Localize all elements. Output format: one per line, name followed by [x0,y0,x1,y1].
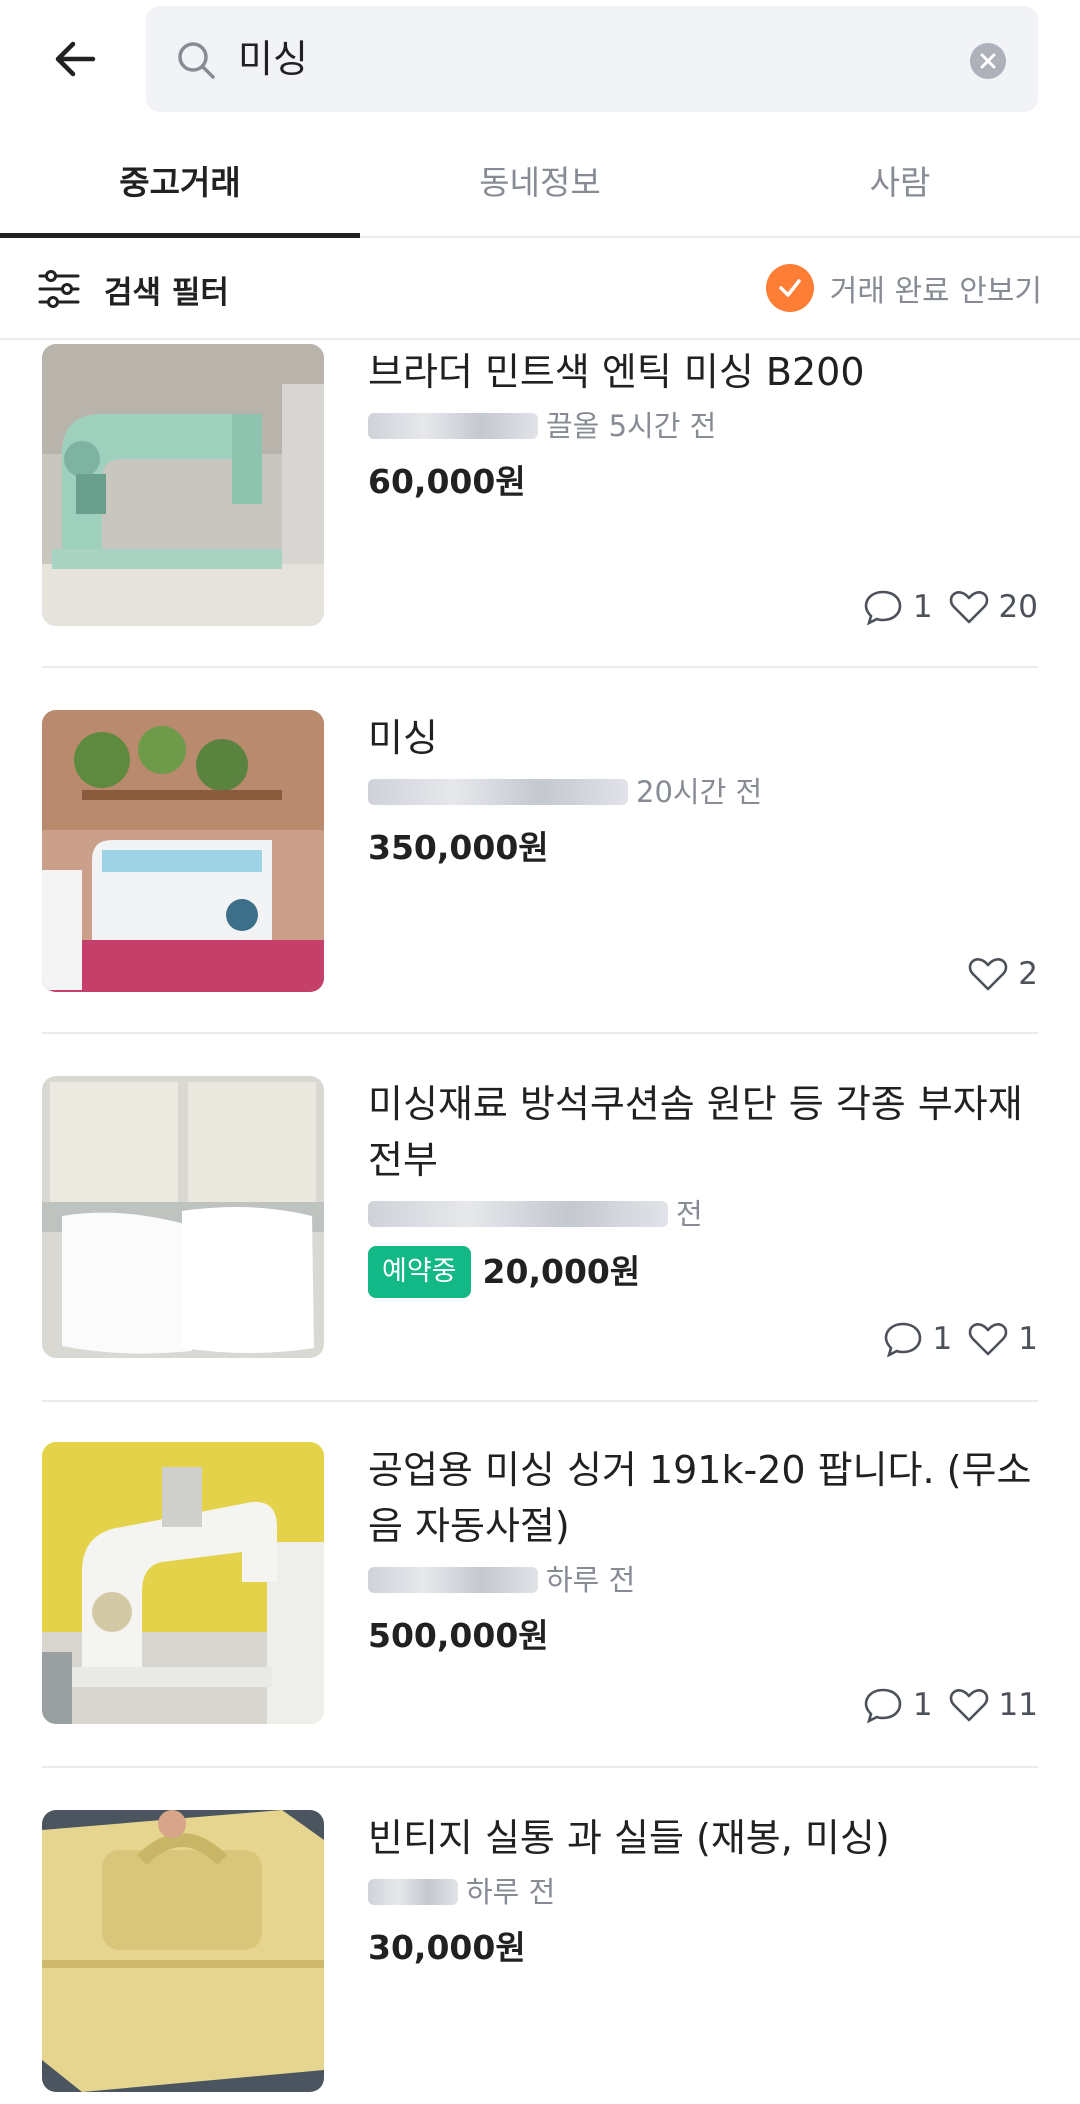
chat-count-value: 1 [932,1321,953,1357]
item-title: 공업용 미싱 싱거 191k-20 팝니다. (무소음 자동사절) [368,1448,1032,1548]
divider [42,1032,1038,1034]
item-price: 500,000원 [368,1616,549,1655]
item-meta: 하루 전 [368,1870,1038,1914]
item-time: 하루 전 [466,1875,556,1909]
item-stats: 2 [952,956,1038,992]
chat-count: 1 [863,1686,933,1724]
item-title: 미싱재료 방석쿠션솜 원단 등 각종 부자재 전부 [368,1082,1023,1182]
item-meta: 20시간 전 [368,770,1038,814]
search-icon [178,42,215,79]
like-count: 11 [949,1687,1038,1723]
chat-count-value: 1 [912,589,933,625]
divider [42,1400,1038,1402]
blurred-location [368,1567,538,1593]
item-time: 하루 전 [546,1563,636,1597]
item-meta: 하루 전 [368,1558,1038,1602]
search-bar[interactable]: 미싱 [146,6,1038,112]
list-item[interactable]: 브라더 민트색 엔틱 미싱 B200 끌올 5시간 전 60,000원 1 20 [42,344,1038,626]
chat-count: 1 [863,588,933,626]
like-count-value: 11 [998,1687,1038,1723]
hide-completed-toggle[interactable]: 거래 완료 안보기 [765,262,1042,314]
list-item[interactable]: 빈티지 실통 과 실들 (재봉, 미싱) 하루 전 30,000원 [42,1810,1038,2092]
heart-icon [949,591,988,624]
chat-icon [864,1688,902,1724]
tab-bar: 중고거래 동네정보 사람 [0,140,1080,238]
chat-icon [884,1322,921,1358]
blurred-location [368,413,538,439]
item-title: 빈티지 실통 과 실들 (재봉, 미싱) [368,1816,890,1860]
divider [42,1766,1038,1768]
item-info: 미싱재료 방석쿠션솜 원단 등 각종 부자재 전부 전 예약중 20,000원 … [368,1076,1038,1358]
chat-count-value: 1 [912,1687,933,1723]
search-filter-button[interactable]: 검색 필터 [38,264,229,314]
product-image [42,1076,324,1358]
top-bar: 미싱 [0,0,1080,118]
like-count: 1 [968,1321,1038,1357]
reserved-badge: 예약중 [368,1246,471,1298]
item-info: 공업용 미싱 싱거 191k-20 팝니다. (무소음 자동사절) 하루 전 5… [368,1442,1038,1724]
blurred-location [368,779,628,805]
item-title: 미싱 [368,716,438,760]
search-filter-label: 검색 필터 [104,274,229,311]
like-count-value: 1 [1018,1321,1038,1357]
filter-row: 검색 필터 거래 완료 안보기 [0,238,1080,340]
arrow-left-icon [55,41,96,77]
tab-people[interactable]: 사람 [720,140,1080,236]
price-row: 60,000원 [368,458,1038,506]
close-icon [980,53,996,69]
product-list: 브라더 민트색 엔틱 미싱 B200 끌올 5시간 전 60,000원 1 20 [0,340,1080,2104]
heart-icon [968,1323,1008,1356]
item-price: 30,000원 [368,1928,526,1967]
item-price: 20,000원 [482,1252,641,1291]
item-price: 60,000원 [368,462,526,501]
hide-completed-label: 거래 완료 안보기 [829,274,1042,309]
item-info: 빈티지 실통 과 실들 (재봉, 미싱) 하루 전 30,000원 [368,1810,1038,2092]
like-count-value: 2 [1018,956,1038,992]
search-input[interactable]: 미싱 [238,32,308,86]
sliders-icon [38,270,80,308]
heart-icon [949,1689,988,1722]
price-row: 350,000원 [368,824,1038,872]
tab-used-trade[interactable]: 중고거래 [0,140,360,238]
heart-icon [968,958,1008,991]
item-stats: 1 11 [847,1686,1038,1724]
product-image [42,710,324,992]
price-row: 500,000원 [368,1612,1038,1660]
chat-icon [864,590,902,626]
clear-search-button[interactable] [970,43,1006,79]
product-image [42,1442,324,1724]
like-count: 20 [949,589,1038,625]
product-image [42,1810,324,2092]
item-info: 미싱 20시간 전 350,000원 2 [368,710,1038,992]
item-time: 끌올 5시간 전 [546,409,717,443]
item-time: 20시간 전 [636,775,763,809]
item-price: 350,000원 [368,828,549,867]
item-stats: 1 1 [867,1320,1038,1358]
blurred-location [368,1201,668,1227]
item-info: 브라더 민트색 엔틱 미싱 B200 끌올 5시간 전 60,000원 1 20 [368,344,1038,626]
product-image [42,344,324,626]
like-count: 2 [968,956,1038,992]
tab-neighborhood-info[interactable]: 동네정보 [360,140,720,236]
list-item[interactable]: 미싱재료 방석쿠션솜 원단 등 각종 부자재 전부 전 예약중 20,000원 … [42,1076,1038,1358]
back-button[interactable] [40,26,110,92]
item-stats: 1 20 [847,588,1038,626]
price-row: 예약중 20,000원 [368,1246,1038,1298]
like-count-value: 20 [998,589,1038,625]
list-item[interactable]: 미싱 20시간 전 350,000원 2 [42,710,1038,992]
item-time: 전 [676,1197,703,1231]
list-item[interactable]: 공업용 미싱 싱거 191k-20 팝니다. (무소음 자동사절) 하루 전 5… [42,1442,1038,1724]
item-meta: 끌올 5시간 전 [368,404,1038,448]
item-meta: 전 [368,1192,1038,1236]
item-title: 브라더 민트색 엔틱 미싱 B200 [368,350,865,394]
blurred-location [368,1879,458,1905]
checkbox-checked[interactable] [765,264,814,312]
check-icon [778,279,801,297]
price-row: 30,000원 [368,1924,1038,1972]
chat-count: 1 [883,1320,953,1358]
divider [42,666,1038,668]
